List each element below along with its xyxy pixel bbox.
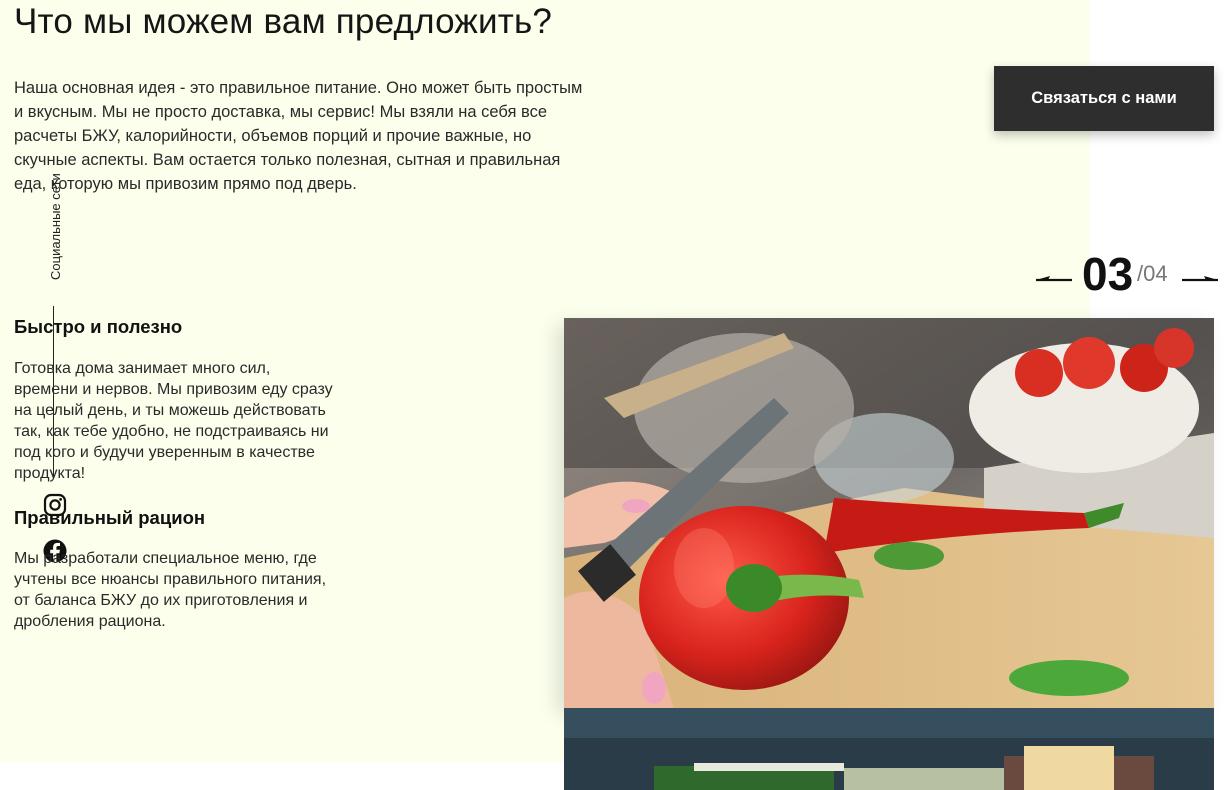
- intro-text: Наша основная идея - это правильное пита…: [14, 79, 583, 193]
- arrow-left-icon[interactable]: [1034, 270, 1072, 286]
- social-networks-label: Социальные сети: [48, 173, 63, 280]
- section-title: Что мы можем вам предложить?: [14, 2, 553, 41]
- contact-us-button[interactable]: Связаться с нами: [994, 66, 1214, 131]
- feature-text: Готовка дома занимает много сил, времени…: [14, 360, 333, 482]
- slider-current-number: 03: [1082, 248, 1134, 300]
- slider-photo-pepper: [564, 318, 1214, 708]
- slider-photo-next: [564, 708, 1214, 790]
- arrow-right-icon[interactable]: [1182, 270, 1220, 286]
- feature-title: Правильный рацион: [14, 507, 206, 528]
- slider-total-number: /04: [1137, 261, 1168, 286]
- slider-counter: 03 /04: [1034, 248, 1224, 300]
- feature-text: Мы разработали специальное меню, где учт…: [14, 550, 327, 630]
- page: Что мы можем вам предложить? Наша основн…: [0, 0, 1231, 790]
- feature-title: Быстро и полезно: [14, 316, 183, 337]
